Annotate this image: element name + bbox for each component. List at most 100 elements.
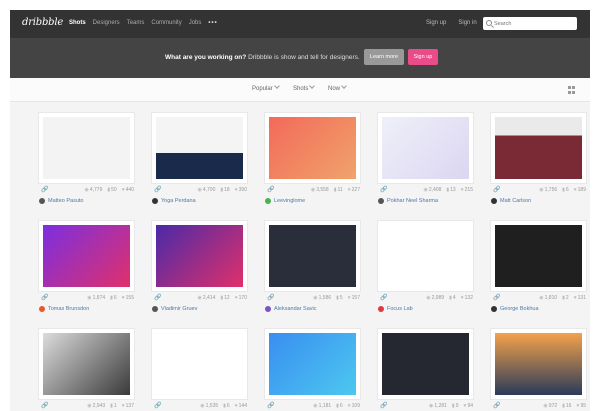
- shot-card[interactable]: 🔗 ◉ 2,414 ▮ 12 ♥ 170 Vladimir Gruev: [152, 221, 247, 321]
- grid-view-icon[interactable]: [568, 86, 576, 94]
- likes-count[interactable]: ♥ 390: [235, 186, 247, 194]
- shot-thumbnail[interactable]: [152, 113, 247, 183]
- shot-card[interactable]: 🔗 ◉ 3,558 ▮ 11 ♥ 227 Leevinglome: [265, 113, 360, 213]
- shot-card[interactable]: 🔗 ◉ 2,989 ▮ 4 ♥ 132 Focus Lab: [378, 221, 473, 321]
- shot-card[interactable]: 🔗 ◉ 1,756 ▮ 6 ♥ 189 Matt Carlson: [491, 113, 586, 213]
- avatar[interactable]: [265, 198, 271, 204]
- shot-thumbnail[interactable]: [378, 329, 473, 399]
- avatar[interactable]: [378, 198, 384, 204]
- shot-thumbnail[interactable]: [265, 221, 360, 291]
- shot-author[interactable]: Matt Carlson: [491, 198, 531, 204]
- avatar[interactable]: [265, 306, 271, 312]
- shot-thumbnail[interactable]: [152, 329, 247, 399]
- comments-count[interactable]: ▮ 18: [220, 186, 229, 194]
- avatar[interactable]: [491, 306, 497, 312]
- likes-count[interactable]: ♥ 170: [235, 294, 247, 302]
- likes-count[interactable]: ♥ 144: [235, 402, 247, 410]
- nav-jobs[interactable]: Jobs: [189, 20, 202, 26]
- author-name[interactable]: Matteo Pasuto: [48, 198, 83, 204]
- learn-more-button[interactable]: Learn more: [364, 49, 404, 65]
- shot-author[interactable]: Yoga Perdana: [152, 198, 196, 204]
- shot-author[interactable]: Aleksandar Savic: [265, 306, 317, 312]
- shot-card[interactable]: 🔗 ◉ 1,874 ▮ 6 ♥ 155 Tomas Brunsdon: [39, 221, 134, 321]
- search-box[interactable]: [483, 17, 577, 30]
- shot-thumbnail[interactable]: [265, 329, 360, 399]
- avatar[interactable]: [378, 306, 384, 312]
- shot-thumbnail[interactable]: [265, 113, 360, 183]
- nav-community[interactable]: Community: [151, 20, 181, 26]
- comments-count[interactable]: ▮ 6: [110, 294, 117, 302]
- author-name[interactable]: Matt Carlson: [500, 198, 531, 204]
- shot-author[interactable]: Leevinglome: [265, 198, 305, 204]
- dribbble-logo[interactable]: dribbble: [22, 17, 63, 28]
- author-name[interactable]: Focus Lab: [387, 306, 413, 312]
- author-name[interactable]: Leevinglome: [274, 198, 305, 204]
- signin-link[interactable]: Sign in: [458, 20, 476, 26]
- shot-author[interactable]: Matteo Pasuto: [39, 198, 83, 204]
- author-name[interactable]: Vladimir Gruev: [161, 306, 197, 312]
- comments-count[interactable]: ▮ 4: [449, 294, 456, 302]
- shot-thumbnail[interactable]: [152, 221, 247, 291]
- comments-count[interactable]: ▮ 12: [220, 294, 229, 302]
- comments-count[interactable]: ▮ 9: [452, 402, 459, 410]
- comments-count[interactable]: ▮ 6: [562, 186, 569, 194]
- nav-shots[interactable]: Shots: [69, 20, 86, 26]
- shot-thumbnail[interactable]: [491, 329, 586, 399]
- shots-dropdown[interactable]: Shots: [293, 86, 314, 92]
- shot-card[interactable]: 🔗 ◉ 1,281 ▮ 9 ♥ 94: [378, 329, 473, 411]
- avatar[interactable]: [152, 198, 158, 204]
- shot-thumbnail[interactable]: [491, 113, 586, 183]
- comments-count[interactable]: ▮ 2: [562, 294, 569, 302]
- author-name[interactable]: Pokhar Neel Sharma: [387, 198, 438, 204]
- shot-author[interactable]: Vladimir Gruev: [152, 306, 197, 312]
- likes-count[interactable]: ♥ 132: [461, 294, 473, 302]
- likes-count[interactable]: ♥ 109: [348, 402, 360, 410]
- likes-count[interactable]: ♥ 157: [348, 294, 360, 302]
- nav-more-icon[interactable]: •••: [208, 20, 217, 26]
- likes-count[interactable]: ♥ 94: [463, 402, 473, 410]
- comments-count[interactable]: ▮ 5: [336, 294, 343, 302]
- likes-count[interactable]: ♥ 215: [461, 186, 473, 194]
- shot-author[interactable]: Focus Lab: [378, 306, 413, 312]
- shot-card[interactable]: 🔗 ◉ 1,586 ▮ 5 ♥ 157 Aleksandar Savic: [265, 221, 360, 321]
- author-name[interactable]: Aleksandar Savic: [274, 306, 317, 312]
- nav-teams[interactable]: Teams: [127, 20, 145, 26]
- timeframe-dropdown[interactable]: Now: [328, 86, 346, 92]
- comments-count[interactable]: ▮ 50: [107, 186, 116, 194]
- likes-count[interactable]: ♥ 227: [348, 186, 360, 194]
- avatar[interactable]: [152, 306, 158, 312]
- shot-thumbnail[interactable]: [39, 221, 134, 291]
- author-name[interactable]: George Bokhua: [500, 306, 539, 312]
- comments-count[interactable]: ▮ 6: [336, 402, 343, 410]
- shot-card[interactable]: 🔗 ◉ 1,181 ▮ 6 ♥ 109: [265, 329, 360, 411]
- likes-count[interactable]: ♥ 131: [574, 294, 586, 302]
- comments-count[interactable]: ▮ 1: [110, 402, 117, 410]
- shot-author[interactable]: George Bokhua: [491, 306, 539, 312]
- likes-count[interactable]: ♥ 440: [122, 186, 134, 194]
- shot-thumbnail[interactable]: [378, 221, 473, 291]
- author-name[interactable]: Yoga Perdana: [161, 198, 196, 204]
- hero-signup-button[interactable]: Sign up: [408, 49, 438, 65]
- comments-count[interactable]: ▮ 13: [446, 186, 455, 194]
- popular-dropdown[interactable]: Popular: [252, 86, 279, 92]
- shot-card[interactable]: 🔗 ◉ 4,700 ▮ 18 ♥ 390 Yoga Perdana: [152, 113, 247, 213]
- shot-thumbnail[interactable]: [39, 113, 134, 183]
- shot-thumbnail[interactable]: [491, 221, 586, 291]
- author-name[interactable]: Tomas Brunsdon: [48, 306, 89, 312]
- nav-designers[interactable]: Designers: [93, 20, 120, 26]
- shot-author[interactable]: Tomas Brunsdon: [39, 306, 89, 312]
- shot-thumbnail[interactable]: [378, 113, 473, 183]
- shot-thumbnail[interactable]: [39, 329, 134, 399]
- shot-card[interactable]: 🔗 ◉ 972 ▮ 16 ♥ 95: [491, 329, 586, 411]
- shot-card[interactable]: 🔗 ◉ 2,408 ▮ 13 ♥ 215 Pokhar Neel Sharma: [378, 113, 473, 213]
- search-input[interactable]: [494, 18, 574, 29]
- comments-count[interactable]: ▮ 16: [562, 402, 571, 410]
- likes-count[interactable]: ♥ 95: [576, 402, 586, 410]
- shot-card[interactable]: 🔗 ◉ 4,779 ▮ 50 ♥ 440 Matteo Pasuto: [39, 113, 134, 213]
- comments-count[interactable]: ▮ 11: [334, 186, 343, 194]
- shot-author[interactable]: Pokhar Neel Sharma: [378, 198, 438, 204]
- avatar[interactable]: [39, 198, 45, 204]
- comments-count[interactable]: ▮ 6: [223, 402, 230, 410]
- shot-card[interactable]: 🔗 ◉ 1,535 ▮ 6 ♥ 144: [152, 329, 247, 411]
- likes-count[interactable]: ♥ 155: [122, 294, 134, 302]
